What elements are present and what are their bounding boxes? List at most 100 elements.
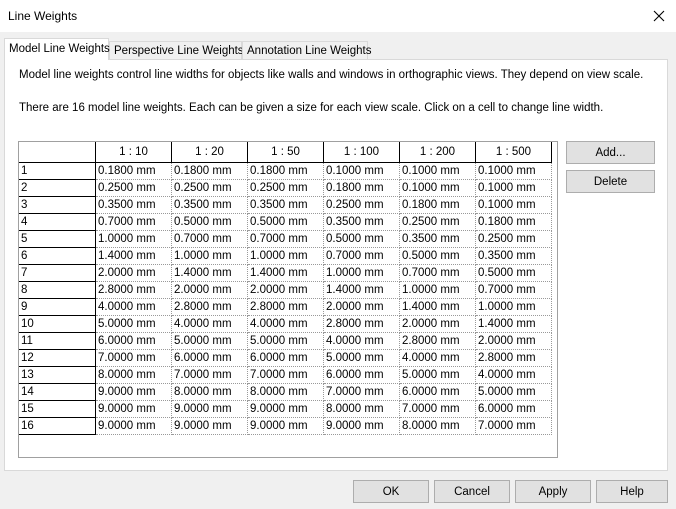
- line-width-cell[interactable]: 6.0000 mm: [171, 349, 248, 367]
- line-width-cell[interactable]: 4.0000 mm: [323, 332, 400, 350]
- line-width-cell[interactable]: 0.5000 mm: [171, 213, 248, 231]
- line-width-cell[interactable]: 0.1800 mm: [475, 213, 552, 231]
- line-width-cell[interactable]: 0.3500 mm: [95, 196, 172, 214]
- tab-model-line-weights[interactable]: Model Line Weights: [4, 38, 110, 60]
- line-width-cell[interactable]: 1.4000 mm: [95, 247, 172, 265]
- line-width-cell[interactable]: 9.0000 mm: [95, 417, 172, 435]
- line-width-cell[interactable]: 4.0000 mm: [171, 315, 248, 333]
- line-width-cell[interactable]: 2.0000 mm: [475, 332, 552, 350]
- line-width-cell[interactable]: 0.1000 mm: [399, 179, 476, 197]
- line-width-cell[interactable]: 0.3500 mm: [475, 247, 552, 265]
- line-width-cell[interactable]: 0.1000 mm: [475, 179, 552, 197]
- line-width-cell[interactable]: 0.5000 mm: [399, 247, 476, 265]
- line-width-cell[interactable]: 0.7000 mm: [323, 247, 400, 265]
- line-width-cell[interactable]: 2.0000 mm: [171, 281, 248, 299]
- line-width-cell[interactable]: 9.0000 mm: [95, 400, 172, 418]
- line-width-cell[interactable]: 5.0000 mm: [171, 332, 248, 350]
- line-width-cell[interactable]: 0.1800 mm: [247, 162, 324, 180]
- line-width-cell[interactable]: 9.0000 mm: [247, 417, 324, 435]
- tab-annotation-line-weights[interactable]: Annotation Line Weights: [242, 41, 371, 59]
- line-width-cell[interactable]: 7.0000 mm: [323, 383, 400, 401]
- line-width-cell[interactable]: 4.0000 mm: [475, 366, 552, 384]
- line-width-cell[interactable]: 8.0000 mm: [323, 400, 400, 418]
- line-width-cell[interactable]: 0.5000 mm: [323, 230, 400, 248]
- line-width-cell[interactable]: 7.0000 mm: [475, 417, 552, 435]
- line-width-cell[interactable]: 6.0000 mm: [475, 400, 552, 418]
- line-width-cell[interactable]: 0.7000 mm: [171, 230, 248, 248]
- line-width-cell[interactable]: 1.4000 mm: [247, 264, 324, 282]
- line-width-cell[interactable]: 5.0000 mm: [323, 349, 400, 367]
- line-width-cell[interactable]: 9.0000 mm: [247, 400, 324, 418]
- line-width-cell[interactable]: 0.2500 mm: [323, 196, 400, 214]
- line-width-cell[interactable]: 8.0000 mm: [95, 366, 172, 384]
- line-width-cell[interactable]: 0.2500 mm: [95, 179, 172, 197]
- add-button[interactable]: Add...: [566, 141, 655, 164]
- line-width-cell[interactable]: 1.4000 mm: [399, 298, 476, 316]
- line-width-cell[interactable]: 0.1000 mm: [399, 162, 476, 180]
- line-width-cell[interactable]: 2.8000 mm: [247, 298, 324, 316]
- line-width-cell[interactable]: 2.8000 mm: [399, 332, 476, 350]
- line-width-cell[interactable]: 2.0000 mm: [323, 298, 400, 316]
- help-button[interactable]: Help: [596, 480, 668, 503]
- close-button[interactable]: [642, 0, 676, 32]
- line-width-cell[interactable]: 1.0000 mm: [247, 247, 324, 265]
- line-width-cell[interactable]: 1.0000 mm: [399, 281, 476, 299]
- line-width-cell[interactable]: 0.1800 mm: [171, 162, 248, 180]
- line-width-cell[interactable]: 2.0000 mm: [247, 281, 324, 299]
- line-width-cell[interactable]: 0.1800 mm: [323, 179, 400, 197]
- line-width-cell[interactable]: 1.0000 mm: [171, 247, 248, 265]
- line-width-cell[interactable]: 6.0000 mm: [95, 332, 172, 350]
- line-width-cell[interactable]: 2.8000 mm: [323, 315, 400, 333]
- line-width-cell[interactable]: 0.1800 mm: [399, 196, 476, 214]
- line-width-cell[interactable]: 0.3500 mm: [171, 196, 248, 214]
- line-width-cell[interactable]: 0.3500 mm: [247, 196, 324, 214]
- line-width-cell[interactable]: 9.0000 mm: [95, 383, 172, 401]
- apply-button[interactable]: Apply: [515, 480, 591, 503]
- line-width-cell[interactable]: 5.0000 mm: [247, 332, 324, 350]
- line-width-cell[interactable]: 0.1000 mm: [475, 196, 552, 214]
- line-width-cell[interactable]: 7.0000 mm: [171, 366, 248, 384]
- line-width-cell[interactable]: 4.0000 mm: [399, 349, 476, 367]
- line-width-cell[interactable]: 0.3500 mm: [399, 230, 476, 248]
- line-width-cell[interactable]: 0.5000 mm: [247, 213, 324, 231]
- line-width-cell[interactable]: 0.2500 mm: [247, 179, 324, 197]
- line-width-cell[interactable]: 0.1000 mm: [323, 162, 400, 180]
- line-width-cell[interactable]: 0.7000 mm: [95, 213, 172, 231]
- line-width-cell[interactable]: 6.0000 mm: [323, 366, 400, 384]
- line-width-cell[interactable]: 8.0000 mm: [171, 383, 248, 401]
- line-width-cell[interactable]: 2.8000 mm: [95, 281, 172, 299]
- line-width-cell[interactable]: 0.1800 mm: [95, 162, 172, 180]
- line-width-cell[interactable]: 0.3500 mm: [323, 213, 400, 231]
- line-width-cell[interactable]: 0.7000 mm: [475, 281, 552, 299]
- line-width-cell[interactable]: 2.0000 mm: [399, 315, 476, 333]
- line-width-cell[interactable]: 5.0000 mm: [475, 383, 552, 401]
- line-width-cell[interactable]: 1.0000 mm: [475, 298, 552, 316]
- line-width-cell[interactable]: 1.4000 mm: [475, 315, 552, 333]
- line-width-cell[interactable]: 1.4000 mm: [171, 264, 248, 282]
- tab-perspective-line-weights[interactable]: Perspective Line Weights: [109, 41, 244, 59]
- line-width-cell[interactable]: 5.0000 mm: [95, 315, 172, 333]
- line-width-cell[interactable]: 6.0000 mm: [399, 383, 476, 401]
- line-width-cell[interactable]: 6.0000 mm: [247, 349, 324, 367]
- ok-button[interactable]: OK: [353, 480, 429, 503]
- line-width-cell[interactable]: 7.0000 mm: [247, 366, 324, 384]
- line-width-cell[interactable]: 0.2500 mm: [171, 179, 248, 197]
- line-width-cell[interactable]: 9.0000 mm: [323, 417, 400, 435]
- line-width-cell[interactable]: 2.8000 mm: [171, 298, 248, 316]
- line-width-cell[interactable]: 2.8000 mm: [475, 349, 552, 367]
- delete-button[interactable]: Delete: [566, 170, 655, 193]
- line-width-cell[interactable]: 1.4000 mm: [323, 281, 400, 299]
- line-width-cell[interactable]: 0.2500 mm: [475, 230, 552, 248]
- line-width-cell[interactable]: 1.0000 mm: [323, 264, 400, 282]
- line-width-cell[interactable]: 5.0000 mm: [399, 366, 476, 384]
- line-width-cell[interactable]: 0.1000 mm: [475, 162, 552, 180]
- line-width-cell[interactable]: 0.7000 mm: [247, 230, 324, 248]
- line-width-cell[interactable]: 0.7000 mm: [399, 264, 476, 282]
- line-width-cell[interactable]: 8.0000 mm: [247, 383, 324, 401]
- cancel-button[interactable]: Cancel: [434, 480, 510, 503]
- line-width-cell[interactable]: 1.0000 mm: [95, 230, 172, 248]
- line-width-cell[interactable]: 7.0000 mm: [95, 349, 172, 367]
- line-width-cell[interactable]: 4.0000 mm: [95, 298, 172, 316]
- line-width-cell[interactable]: 0.2500 mm: [399, 213, 476, 231]
- line-width-cell[interactable]: 8.0000 mm: [399, 417, 476, 435]
